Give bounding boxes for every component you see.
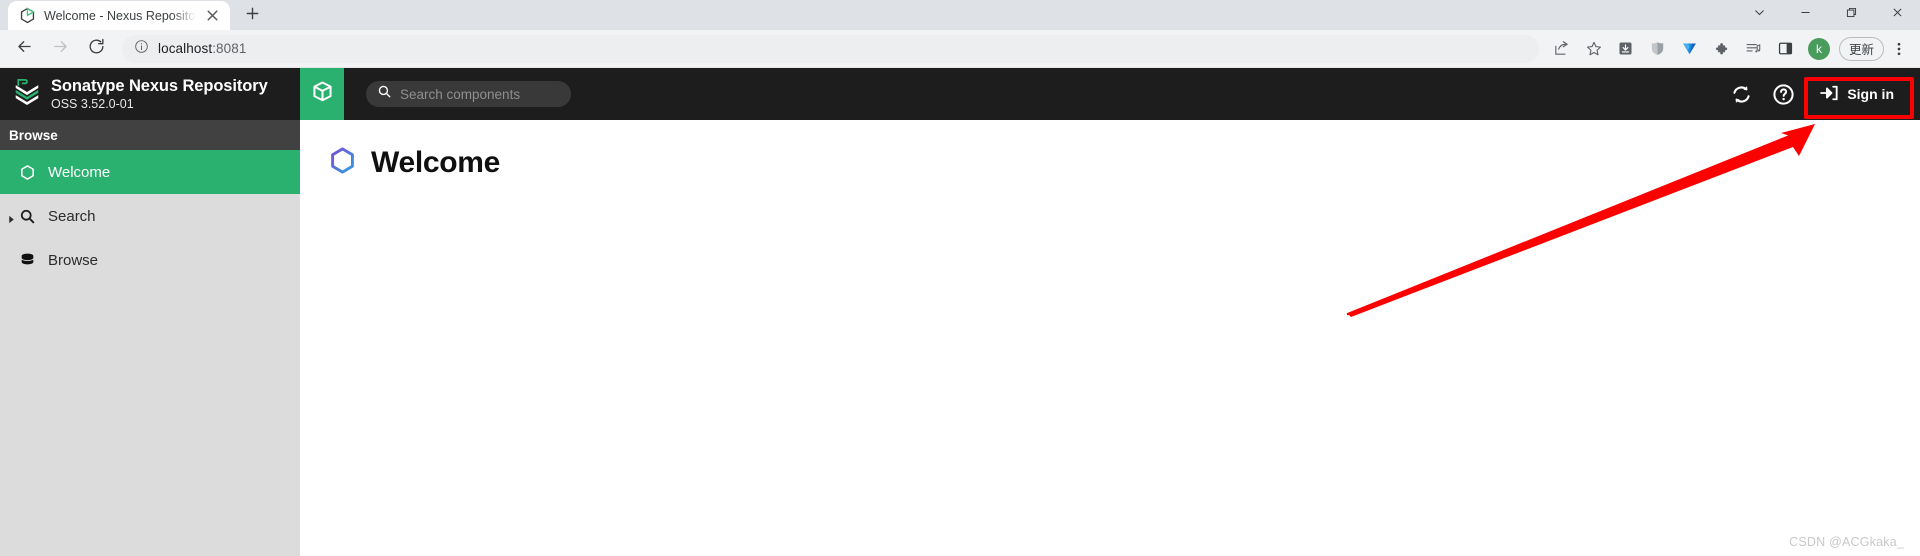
url-host: localhost	[158, 41, 213, 56]
nexus-application: Sonatype Nexus Repository OSS 3.52.0-01	[0, 68, 1920, 556]
browser-toolbar: localhost:8081 k 更新	[0, 30, 1920, 68]
reload-icon	[87, 37, 106, 61]
download-icon[interactable]	[1611, 34, 1641, 64]
minimize-button[interactable]	[1782, 0, 1828, 30]
hexagon-gradient-icon	[328, 146, 357, 180]
sidebar-item-search[interactable]: Search	[0, 194, 300, 238]
arrow-right-icon	[51, 37, 70, 61]
brand[interactable]: Sonatype Nexus Repository OSS 3.52.0-01	[0, 68, 300, 120]
back-button[interactable]	[8, 33, 40, 65]
sonatype-chevron-logo	[14, 77, 40, 112]
sidebar-item-label: Search	[48, 207, 96, 225]
search-input[interactable]	[400, 86, 560, 102]
sign-in-arrow-icon	[1819, 83, 1839, 106]
module-tab-browse[interactable]	[300, 68, 344, 120]
url-port: :8081	[212, 41, 247, 56]
page-heading: Welcome	[328, 146, 1920, 180]
side-panel-icon[interactable]	[1771, 34, 1801, 64]
plus-icon	[245, 6, 260, 26]
header-search[interactable]	[366, 81, 571, 107]
new-tab-button[interactable]	[237, 2, 267, 30]
diamond-blue-icon[interactable]	[1675, 34, 1705, 64]
search-icon	[377, 84, 392, 104]
close-window-button[interactable]	[1874, 0, 1920, 30]
brand-version: OSS 3.52.0-01	[51, 96, 134, 111]
sidebar-item-label: Welcome	[48, 163, 111, 181]
content-area: Welcome	[300, 120, 1920, 556]
sidebar-section-title: Browse	[0, 120, 300, 150]
chevron-down-icon	[1753, 6, 1766, 24]
nexus-body: Browse Welcome Search Browse Welcome	[0, 120, 1920, 556]
share-icon[interactable]	[1547, 34, 1577, 64]
toolbar-icons: k 更新	[1547, 34, 1912, 64]
brand-name: Sonatype Nexus Repository	[51, 77, 268, 96]
refresh-icon[interactable]	[1722, 75, 1760, 113]
browser-window: Welcome - Nexus Repository localhost:808…	[0, 0, 1920, 556]
search-icon	[18, 207, 37, 226]
window-controls	[1736, 0, 1920, 30]
maximize-button[interactable]	[1828, 0, 1874, 30]
sidebar: Browse Welcome Search Browse	[0, 120, 300, 556]
sign-in-button[interactable]: Sign in	[1810, 75, 1906, 114]
sign-in-label: Sign in	[1847, 86, 1894, 102]
page-title: Welcome	[371, 146, 501, 179]
sidebar-item-welcome[interactable]: Welcome	[0, 150, 300, 194]
hexagon-icon	[18, 163, 37, 182]
puzzle-piece-icon[interactable]	[1707, 34, 1737, 64]
playlist-music-icon[interactable]	[1739, 34, 1769, 64]
close-icon[interactable]	[204, 7, 221, 24]
close-icon	[1891, 6, 1904, 24]
database-icon	[18, 251, 37, 270]
minimize-icon	[1799, 6, 1812, 24]
brand-text: Sonatype Nexus Repository OSS 3.52.0-01	[51, 77, 268, 110]
sidebar-item-label: Browse	[48, 251, 99, 269]
watermark: CSDN @ACGkaka_	[1789, 535, 1904, 549]
update-button[interactable]: 更新	[1838, 36, 1884, 61]
tab-search-button[interactable]	[1736, 0, 1782, 30]
info-circle-icon[interactable]	[134, 39, 149, 59]
sidebar-item-browse[interactable]: Browse	[0, 238, 300, 282]
three-dot-menu-icon[interactable]	[1886, 34, 1912, 64]
bookmark-star-icon[interactable]	[1579, 34, 1609, 64]
shield-grey-icon[interactable]	[1643, 34, 1673, 64]
help-circle-icon[interactable]	[1764, 75, 1802, 113]
nexus-hexagon-favicon	[19, 7, 36, 24]
arrow-left-icon	[15, 37, 34, 61]
header-actions: Sign in	[1722, 68, 1920, 120]
tab-title: Welcome - Nexus Repository	[44, 8, 196, 23]
address-bar-url: localhost:8081	[158, 41, 246, 56]
avatar[interactable]: k	[1807, 37, 1830, 60]
nexus-header: Sonatype Nexus Repository OSS 3.52.0-01	[0, 68, 1920, 120]
reload-button[interactable]	[80, 33, 112, 65]
restore-icon	[1845, 6, 1858, 24]
chevron-right-icon[interactable]	[7, 211, 17, 224]
tab-strip: Welcome - Nexus Repository	[0, 0, 1920, 30]
browser-tab[interactable]: Welcome - Nexus Repository	[8, 1, 230, 30]
cube-box-icon	[311, 80, 334, 108]
forward-button[interactable]	[44, 33, 76, 65]
address-bar[interactable]: localhost:8081	[122, 34, 1539, 63]
